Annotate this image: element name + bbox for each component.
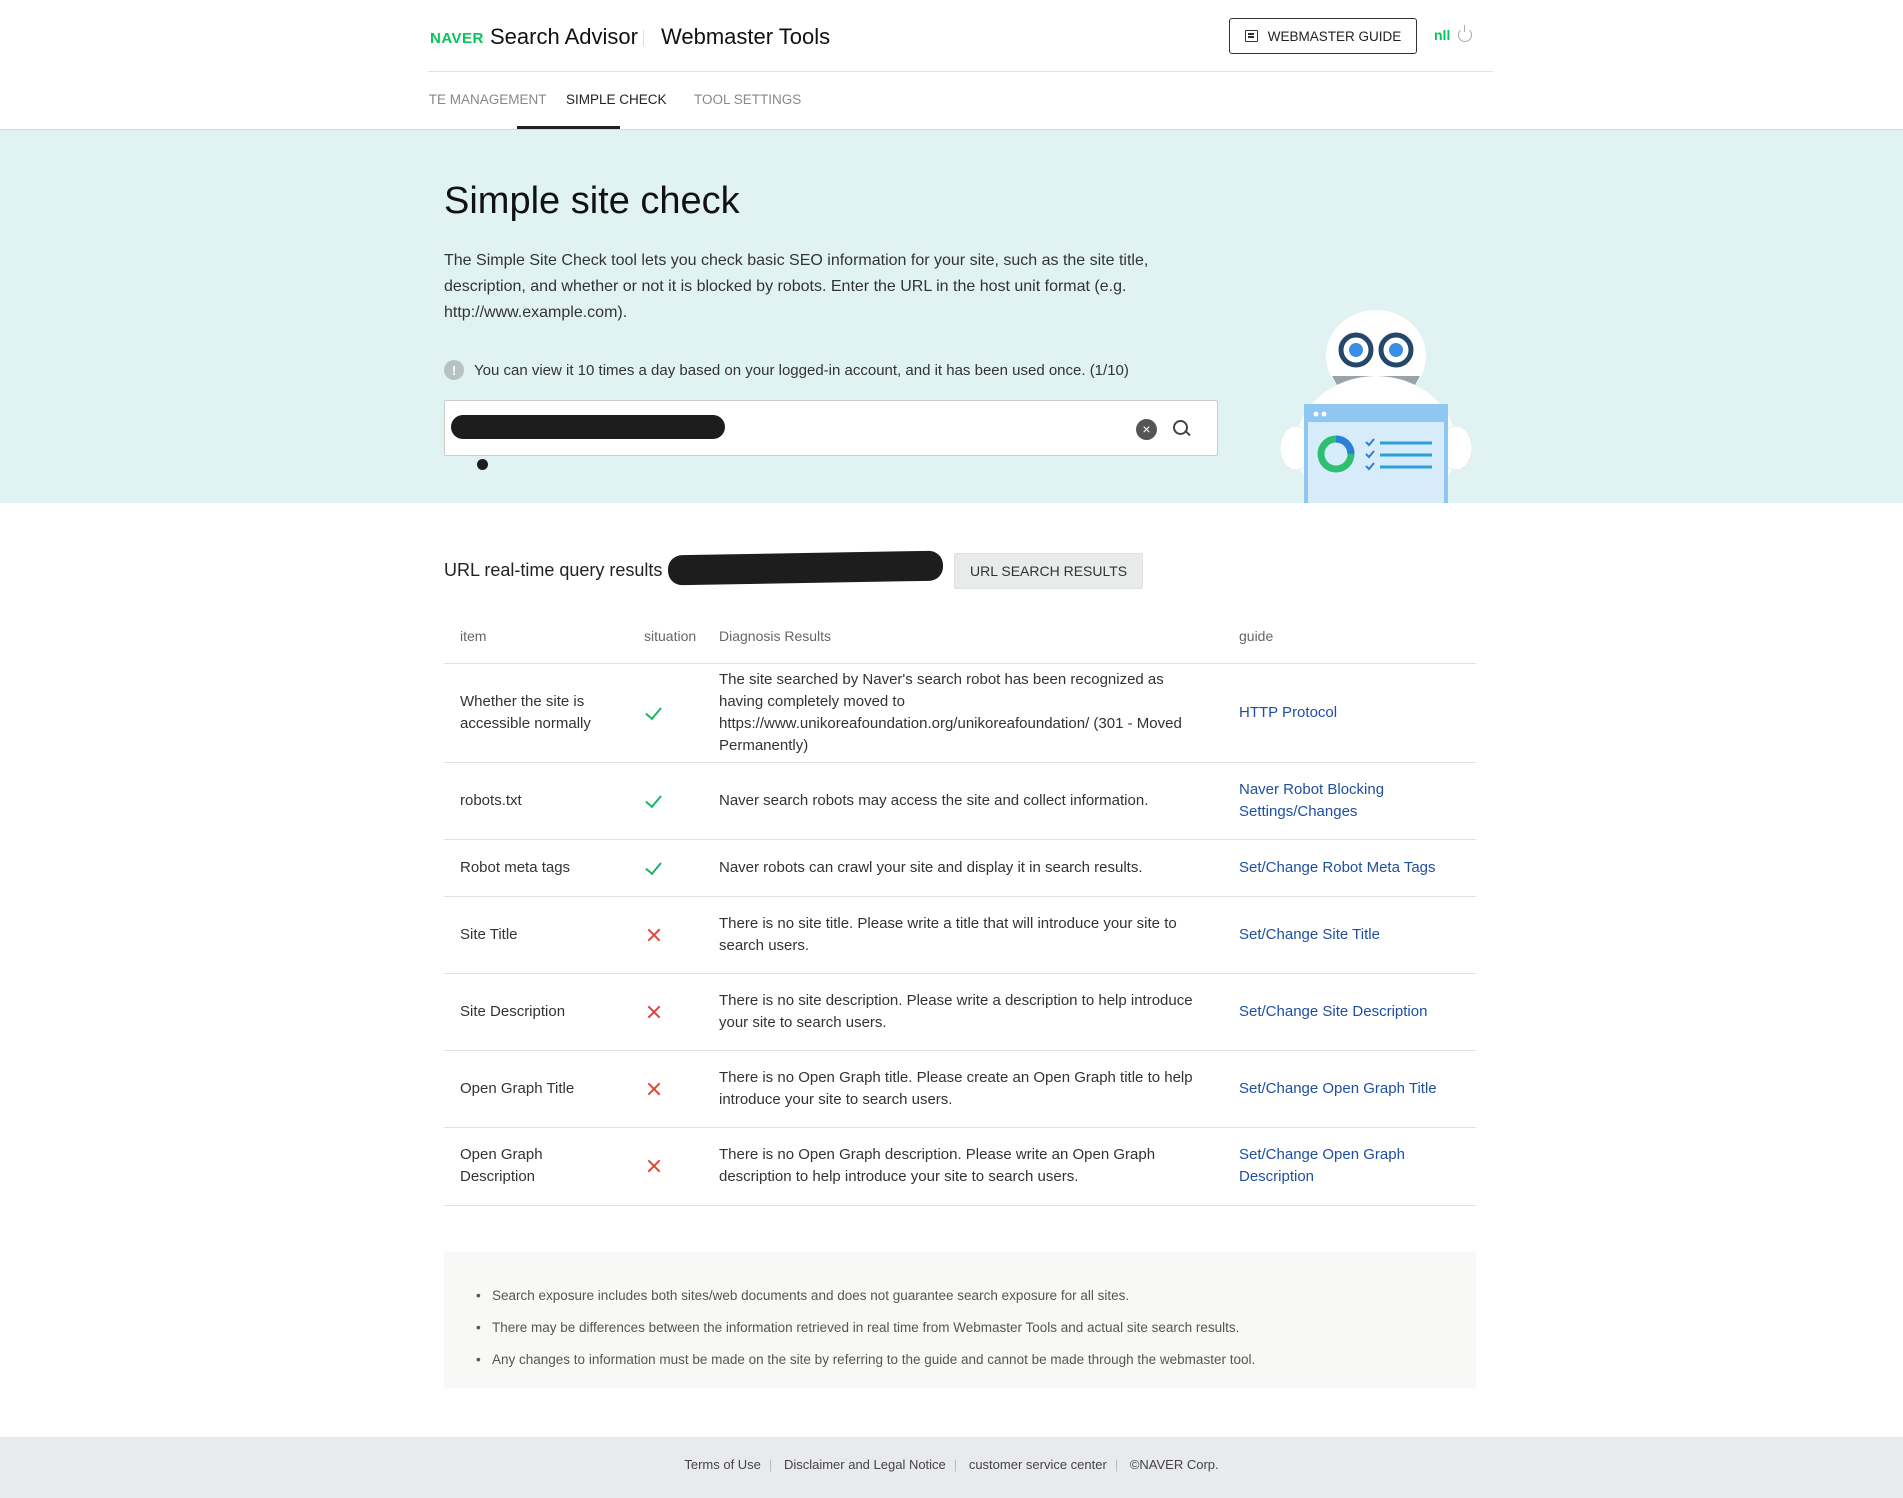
row-item: Open Graph Title: [444, 1050, 628, 1128]
results-title: URL real-time query results: [444, 559, 663, 580]
notes-box: Search exposure includes both sites/web …: [444, 1252, 1476, 1388]
clear-icon[interactable]: ×: [1136, 419, 1157, 440]
table-row: Open Graph Description There is no Open …: [444, 1127, 1476, 1206]
row-status: [628, 896, 703, 974]
search-icon[interactable]: [1172, 419, 1192, 439]
row-item: Whether the site is accessible normally: [444, 663, 628, 763]
usage-notice-text: You can view it 10 times a day based on …: [474, 361, 1129, 379]
brand-title[interactable]: Search Advisor: [490, 24, 638, 50]
top-header: NAVER Search Advisor Webmaster Tools WEB…: [0, 0, 1903, 72]
brand-divider: [643, 30, 644, 46]
footer-link-disclaimer[interactable]: Disclaimer and Legal Notice: [776, 1457, 954, 1472]
cross-icon: [644, 1156, 664, 1176]
row-guide-link[interactable]: Set/Change Robot Meta Tags: [1223, 839, 1476, 897]
column-header-diagnosis: Diagnosis Results: [703, 610, 1223, 664]
row-status: [628, 839, 703, 897]
row-item: robots.txt: [444, 762, 628, 840]
url-search-results-button[interactable]: URL SEARCH RESULTS: [954, 553, 1144, 589]
row-diagnosis: There is no Open Graph description. Plea…: [703, 1127, 1223, 1206]
check-icon: [644, 703, 664, 723]
row-item: Site Description: [444, 973, 628, 1051]
column-header-guide: guide: [1223, 610, 1476, 664]
tab-tool-settings[interactable]: TOOL SETTINGS: [694, 92, 801, 107]
footer-copyright: ©NAVER Corp.: [1129, 1457, 1219, 1472]
row-diagnosis: Naver search robots may access the site …: [703, 762, 1223, 840]
footer-link-terms[interactable]: Terms of Use: [676, 1457, 769, 1472]
redaction-dot: [477, 459, 488, 470]
webmaster-guide-label: WEBMASTER GUIDE: [1267, 28, 1402, 44]
row-guide-link[interactable]: HTTP Protocol: [1223, 663, 1476, 763]
footer: Terms of Use | Disclaimer and Legal Notic…: [0, 1437, 1903, 1498]
tab-simple-check[interactable]: SIMPLE CHECK: [566, 92, 667, 107]
table-row: Site Description There is no site descri…: [444, 973, 1476, 1051]
row-guide-link[interactable]: Set/Change Site Title: [1223, 896, 1476, 974]
nav-tabs: SITE MANAGEMENT SIMPLE CHECK TOOL SETTIN…: [428, 72, 1493, 130]
results-table: item situation Diagnosis Results guide W…: [444, 610, 1476, 1206]
redacted-result-url: [667, 550, 944, 586]
row-guide-link[interactable]: Set/Change Site Description: [1223, 973, 1476, 1051]
table-row: Whether the site is accessible normally …: [444, 663, 1476, 763]
brand-subtitle[interactable]: Webmaster Tools: [661, 24, 830, 50]
row-diagnosis: There is no site description. Please wri…: [703, 973, 1223, 1051]
column-header-situation: situation: [628, 610, 703, 664]
row-status: [628, 973, 703, 1051]
row-status: [628, 1127, 703, 1206]
column-header-item: item: [444, 610, 628, 664]
row-diagnosis: There is no site title. Please write a t…: [703, 896, 1223, 974]
row-diagnosis: Naver robots can crawl your site and dis…: [703, 839, 1223, 897]
page-title: Simple site check: [444, 180, 740, 222]
redacted-url-value: [451, 415, 725, 439]
logout-power-icon[interactable]: [1458, 25, 1472, 42]
row-diagnosis: There is no Open Graph title. Please cre…: [703, 1050, 1223, 1128]
cross-icon: [644, 1079, 664, 1099]
header-bar: NAVER Search Advisor Webmaster Tools WEB…: [428, 0, 1493, 72]
footer-divider: |: [1114, 1457, 1119, 1472]
cross-icon: [644, 925, 664, 945]
table-header-row: item situation Diagnosis Results guide: [444, 610, 1476, 664]
page-description: The Simple Site Check tool lets you chec…: [444, 252, 1149, 321]
note-item: There may be differences between the inf…: [476, 1312, 1476, 1344]
row-item: Site Title: [444, 896, 628, 974]
main-nav: SITE MANAGEMENT SIMPLE CHECK TOOL SETTIN…: [0, 72, 1903, 130]
table-row: robots.txt Naver search robots may acces…: [444, 762, 1476, 840]
usage-notice: ! You can view it 10 times a day based o…: [444, 360, 1129, 380]
row-diagnosis: The site searched by Naver's search robo…: [703, 663, 1223, 763]
hero-section: Simple site check The Simple Site Check …: [0, 130, 1903, 503]
info-icon: !: [444, 360, 464, 380]
row-status: [628, 762, 703, 840]
tab-site-management[interactable]: SITE MANAGEMENT: [428, 92, 547, 107]
footer-divider: |: [953, 1457, 958, 1472]
robot-illustration: [1279, 310, 1473, 503]
row-guide-link[interactable]: Set/Change Open Graph Title: [1223, 1050, 1476, 1128]
note-item: Any changes to information must be made …: [476, 1344, 1476, 1376]
row-guide-link[interactable]: Naver Robot Blocking Settings/Changes: [1223, 762, 1476, 840]
footer-link-customer-service[interactable]: customer service center: [961, 1457, 1115, 1472]
table-row: Open Graph Title There is no Open Graph …: [444, 1050, 1476, 1128]
webmaster-guide-button[interactable]: WEBMASTER GUIDE: [1229, 18, 1417, 54]
book-icon: [1244, 30, 1258, 42]
row-status: [628, 663, 703, 763]
url-search-input[interactable]: ×: [444, 400, 1218, 456]
row-item: Robot meta tags: [444, 839, 628, 897]
results-header: URL real-time query results URL SEARCH R…: [444, 550, 1144, 589]
table-row: Robot meta tags Naver robots can crawl y…: [444, 839, 1476, 897]
user-id[interactable]: nll: [1434, 27, 1450, 43]
table-row: Site Title There is no site title. Pleas…: [444, 896, 1476, 974]
footer-divider: |: [768, 1457, 773, 1472]
row-guide-link[interactable]: Set/Change Open Graph Description: [1223, 1127, 1476, 1206]
row-item: Open Graph Description: [444, 1127, 628, 1206]
row-status: [628, 1050, 703, 1128]
cross-icon: [644, 1002, 664, 1022]
check-icon: [644, 791, 664, 811]
check-icon: [644, 858, 664, 878]
active-tab-indicator: [517, 126, 620, 129]
footer-links: Terms of Use | Disclaimer and Legal Notic…: [0, 1457, 1903, 1472]
naver-logo[interactable]: NAVER: [430, 30, 484, 47]
note-item: Search exposure includes both sites/web …: [476, 1280, 1476, 1312]
